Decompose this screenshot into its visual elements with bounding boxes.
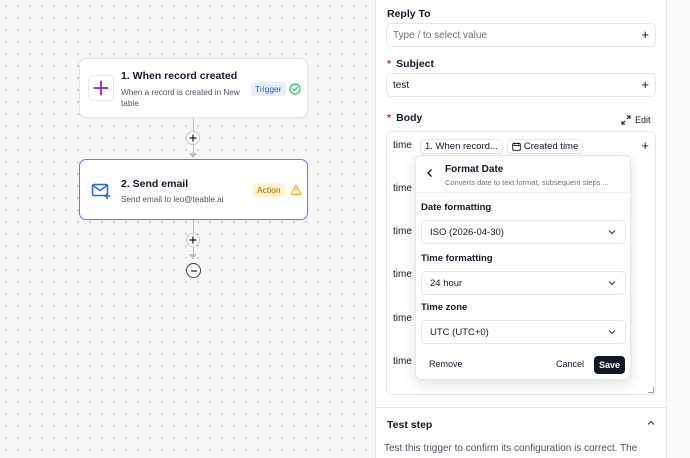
cancel-button[interactable]: Cancel: [556, 359, 584, 369]
required-marker: *: [387, 58, 392, 70]
chevron-up-icon[interactable]: [646, 418, 656, 428]
section-divider: [376, 407, 666, 408]
remove-button[interactable]: Remove: [429, 359, 463, 369]
body-line: time: [393, 269, 412, 280]
popover-subtitle: Converts date to text format, subsequent…: [445, 178, 609, 187]
action-title: 2. Send email: [121, 178, 189, 190]
format-date-popover: Format Date Converts date to text format…: [415, 155, 631, 380]
add-step-button[interactable]: [186, 233, 200, 247]
time-zone-label: Time zone: [421, 302, 468, 313]
arrow-down-icon: [189, 153, 197, 158]
insert-variable-icon[interactable]: +: [641, 28, 649, 42]
created-time-label: Created time: [523, 141, 579, 152]
time-zone-select[interactable]: UTC (UTC+0): [421, 320, 626, 344]
connector-line: [193, 118, 194, 131]
insert-variable-icon[interactable]: +: [641, 138, 649, 153]
trigger-title: 1. When record created: [121, 70, 238, 82]
connector-line: [193, 220, 194, 233]
date-formatting-label: Date formatting: [421, 202, 492, 213]
chevron-down-icon: [608, 330, 616, 335]
reply-to-label: Reply To: [387, 8, 431, 20]
body-line: time: [393, 356, 412, 367]
time-formatting-value: 24 hour: [430, 278, 463, 289]
record-variable-chip[interactable]: 1. When record...: [420, 139, 503, 154]
plus-icon: [189, 236, 197, 244]
calendar-icon: [512, 142, 521, 151]
test-step-description: Test this trigger to confirm its configu…: [384, 443, 638, 454]
mail-plus-icon: [88, 178, 114, 204]
add-step-button[interactable]: [186, 131, 200, 145]
chevron-down-icon: [608, 281, 616, 286]
end-workflow-icon: [186, 263, 201, 278]
popover-divider: [416, 192, 630, 193]
workflow-canvas[interactable]: 1. When record created When a record is …: [0, 0, 372, 458]
date-formatting-select[interactable]: ISO (2026-04-30): [421, 220, 626, 244]
plus-icon: [88, 75, 114, 101]
variable-chip-group: 1. When record... Created time: [420, 139, 584, 154]
body-label: * Body: [387, 112, 422, 124]
action-badge: Action: [253, 183, 285, 197]
time-zone-value: UTC (UTC+0): [430, 327, 489, 338]
plus-icon: [189, 134, 197, 142]
body-line: time: [393, 183, 412, 194]
warning-triangle-icon: [290, 184, 302, 196]
edit-label: Edit: [635, 115, 651, 125]
subject-input[interactable]: test +: [386, 73, 656, 97]
check-circle-icon: [289, 83, 301, 95]
date-formatting-value: ISO (2026-04-30): [430, 227, 504, 238]
expand-icon: [621, 115, 631, 125]
chevron-left-icon[interactable]: [426, 168, 434, 178]
save-button[interactable]: Save: [594, 356, 626, 374]
time-formatting-label: Time formatting: [421, 253, 493, 264]
test-step-title: Test step: [387, 419, 433, 431]
resize-handle[interactable]: [648, 387, 654, 393]
body-line: time: [393, 226, 412, 237]
body-line: time: [393, 140, 412, 151]
action-description: Send email to leo@teable.ai: [121, 195, 224, 204]
insert-variable-icon[interactable]: +: [641, 78, 649, 92]
required-marker: *: [387, 112, 392, 124]
body-line: time: [393, 313, 412, 324]
popover-title: Format Date: [445, 164, 504, 175]
reply-to-input[interactable]: Type / to select value +: [386, 23, 656, 47]
action-node[interactable]: 2. Send email Send email to leo@teable.a…: [79, 159, 308, 220]
arrow-down-icon: [189, 254, 197, 259]
chevron-down-icon: [608, 230, 616, 235]
subject-value: test: [393, 80, 410, 91]
body-label-text: Body: [396, 112, 423, 124]
edit-body-button[interactable]: Edit: [621, 115, 651, 125]
trigger-badge: Trigger: [251, 82, 286, 96]
time-formatting-select[interactable]: 24 hour: [421, 271, 626, 295]
created-time-chip[interactable]: Created time: [506, 139, 584, 154]
subject-label: * Subject: [387, 58, 434, 70]
reply-to-placeholder: Type / to select value: [393, 30, 487, 41]
subject-label-text: Subject: [396, 58, 435, 70]
trigger-description: When a record is created in New table: [121, 88, 240, 108]
right-gutter: [667, 0, 690, 458]
trigger-node[interactable]: 1. When record created When a record is …: [79, 58, 308, 118]
